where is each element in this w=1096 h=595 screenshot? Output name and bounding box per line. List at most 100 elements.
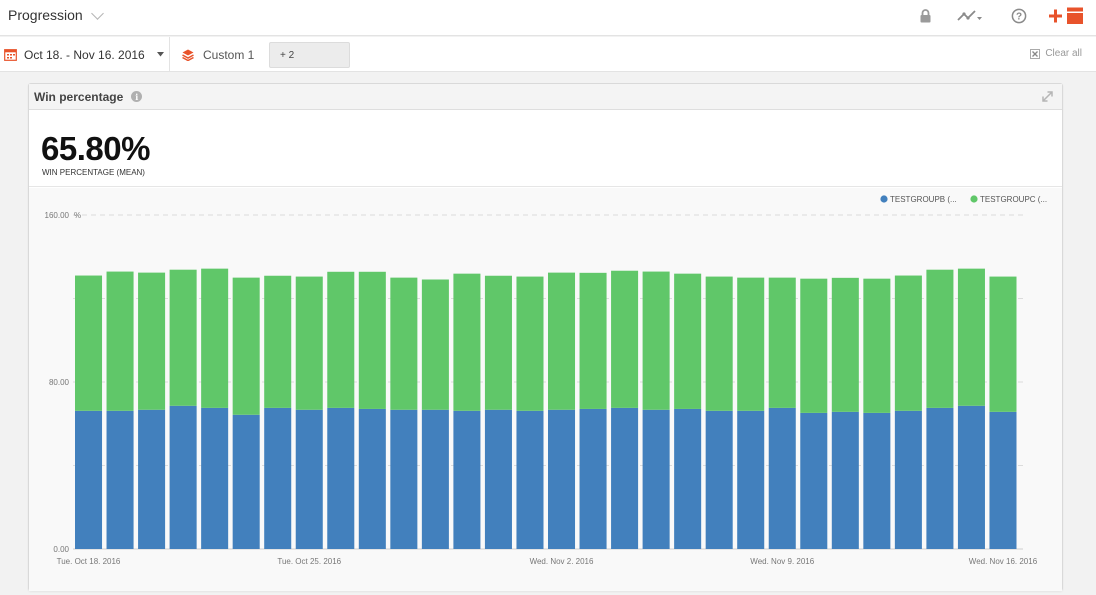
bar-testgroupb — [957, 405, 985, 549]
bar-testgroupb — [894, 410, 922, 549]
bar-testgroupb — [705, 410, 733, 549]
bar-testgroupc — [800, 278, 828, 413]
trend-icon[interactable] — [955, 6, 985, 26]
layers-icon — [182, 49, 194, 61]
bar-testgroupc — [75, 275, 103, 411]
y-tick-label: 80.00 — [49, 378, 70, 387]
close-icon — [1030, 48, 1041, 59]
bar-testgroupb — [327, 407, 355, 549]
date-range-label: Oct 18. - Nov 16. 2016 — [24, 47, 145, 62]
info-icon[interactable]: i — [131, 91, 143, 102]
x-tick-label: Tue. Oct 18. 2016 — [57, 557, 121, 566]
bar-testgroupb — [201, 407, 229, 549]
bar-testgroupb — [768, 407, 796, 549]
bar-testgroupc — [327, 271, 355, 408]
y-unit-label: % — [74, 211, 81, 220]
bar-testgroupb — [516, 410, 544, 549]
add-dashboard-icon[interactable] — [1049, 6, 1085, 26]
bar-testgroupb — [800, 412, 828, 549]
bar-testgroupc — [737, 277, 765, 411]
top-bar: Progression ? — [0, 0, 1096, 36]
x-tick-label: Wed. Nov 2. 2016 — [530, 557, 594, 566]
clear-all-label: Clear all — [1045, 48, 1082, 59]
kpi-value: 65.80% — [41, 130, 150, 167]
bar-testgroupb — [232, 414, 260, 549]
card-title: Win percentage — [34, 89, 124, 104]
caret-down-icon — [156, 52, 164, 57]
bar-testgroupc — [642, 271, 670, 410]
app-title: Progression — [8, 7, 83, 23]
expand-icon[interactable] — [1041, 90, 1054, 103]
bar-testgroupb — [737, 410, 765, 549]
bar-testgroupb — [138, 409, 166, 549]
app-title-dropdown[interactable]: Progression — [8, 6, 104, 23]
bar-testgroupc — [295, 276, 323, 410]
bar-testgroupc — [894, 275, 922, 411]
more-segments-button[interactable]: + 2 — [269, 42, 350, 68]
y-tick-label: 0.00 — [53, 545, 69, 554]
legend-label: TESTGROUPB (... — [890, 195, 957, 204]
bar-testgroupc — [611, 270, 639, 408]
bar-testgroupb — [295, 409, 323, 549]
lock-icon[interactable] — [917, 6, 933, 26]
bar-testgroupb — [579, 408, 607, 549]
legend-swatch — [880, 195, 888, 203]
bar-testgroupc — [516, 276, 544, 411]
bar-testgroupc — [390, 277, 418, 410]
x-tick-label: Tue. Oct 25. 2016 — [277, 557, 341, 566]
x-tick-label: Wed. Nov 16. 2016 — [969, 557, 1038, 566]
kpi-block: 65.80% WIN PERCENTAGE (MEAN) — [29, 110, 1062, 187]
bar-testgroupc — [106, 271, 134, 411]
date-range-picker[interactable]: Oct 18. - Nov 16. 2016 — [0, 37, 170, 72]
bar-testgroupc — [421, 279, 449, 410]
bar-testgroupc — [768, 277, 796, 408]
bar-testgroupb — [484, 409, 512, 549]
bar-testgroupb — [611, 407, 639, 549]
stacked-bar-chart: 0.00 80.00 160.00 % Tue. Oct 18. 2016 Tue. Oc… — [45, 195, 1048, 566]
bar-testgroupb — [863, 412, 891, 549]
more-segments-label: + 2 — [280, 49, 295, 61]
bar-testgroupc — [579, 272, 607, 409]
bar-testgroupb — [831, 411, 859, 549]
bar-testgroupc — [989, 276, 1017, 412]
segment-selector[interactable]: Custom 1 — [171, 37, 254, 72]
bar-testgroupc — [705, 276, 733, 411]
bar-testgroupc — [831, 277, 859, 412]
bar-testgroupb — [674, 408, 702, 549]
chevron-down-icon — [90, 6, 104, 20]
clear-all-button[interactable]: Clear all — [1030, 48, 1082, 59]
bar-testgroupb — [642, 409, 670, 549]
bar-testgroupb — [548, 409, 576, 549]
bar-testgroupc — [264, 275, 292, 408]
chart-area: 0.00 80.00 160.00% Tue. Oct 18. 2016 Tue. Oc… — [29, 188, 1062, 591]
bar-testgroupb — [390, 409, 418, 549]
bar-testgroupc — [232, 277, 260, 415]
segment-label: Custom 1 — [203, 47, 255, 62]
svg-text:?: ? — [1016, 12, 1022, 23]
bar-testgroupc — [926, 269, 954, 408]
bar-testgroupc — [453, 273, 481, 411]
legend-swatch — [970, 195, 978, 203]
bar-testgroupc — [201, 268, 229, 408]
bar-testgroupb — [169, 405, 197, 549]
kpi-label: WIN PERCENTAGE (MEAN) — [42, 168, 145, 177]
bar-testgroupb — [421, 409, 449, 549]
card-header: Win percentage i — [29, 84, 1062, 110]
y-tick-label: 160.00 — [45, 211, 70, 220]
bar-testgroupb — [75, 410, 103, 549]
win-percentage-card: Win percentage i 65.80% WIN PERCENTAGE (… — [28, 83, 1063, 591]
calendar-icon — [4, 49, 17, 61]
bar-testgroupc — [138, 272, 166, 410]
x-tick-label: Wed. Nov 9. 2016 — [750, 557, 814, 566]
bar-testgroupc — [674, 273, 702, 409]
bar-testgroupc — [358, 271, 386, 409]
bar-testgroupb — [989, 411, 1017, 549]
bar-testgroupc — [863, 278, 891, 413]
bar-testgroupb — [106, 410, 134, 549]
help-icon[interactable]: ? — [1010, 6, 1028, 26]
filter-bar: Oct 18. - Nov 16. 2016 Custom 1 + 2 Clea… — [0, 37, 1096, 72]
bar-testgroupc — [484, 275, 512, 410]
legend-label: TESTGROUPC (... — [980, 195, 1047, 204]
bar-testgroupc — [957, 268, 985, 406]
bar-testgroupc — [169, 269, 197, 406]
